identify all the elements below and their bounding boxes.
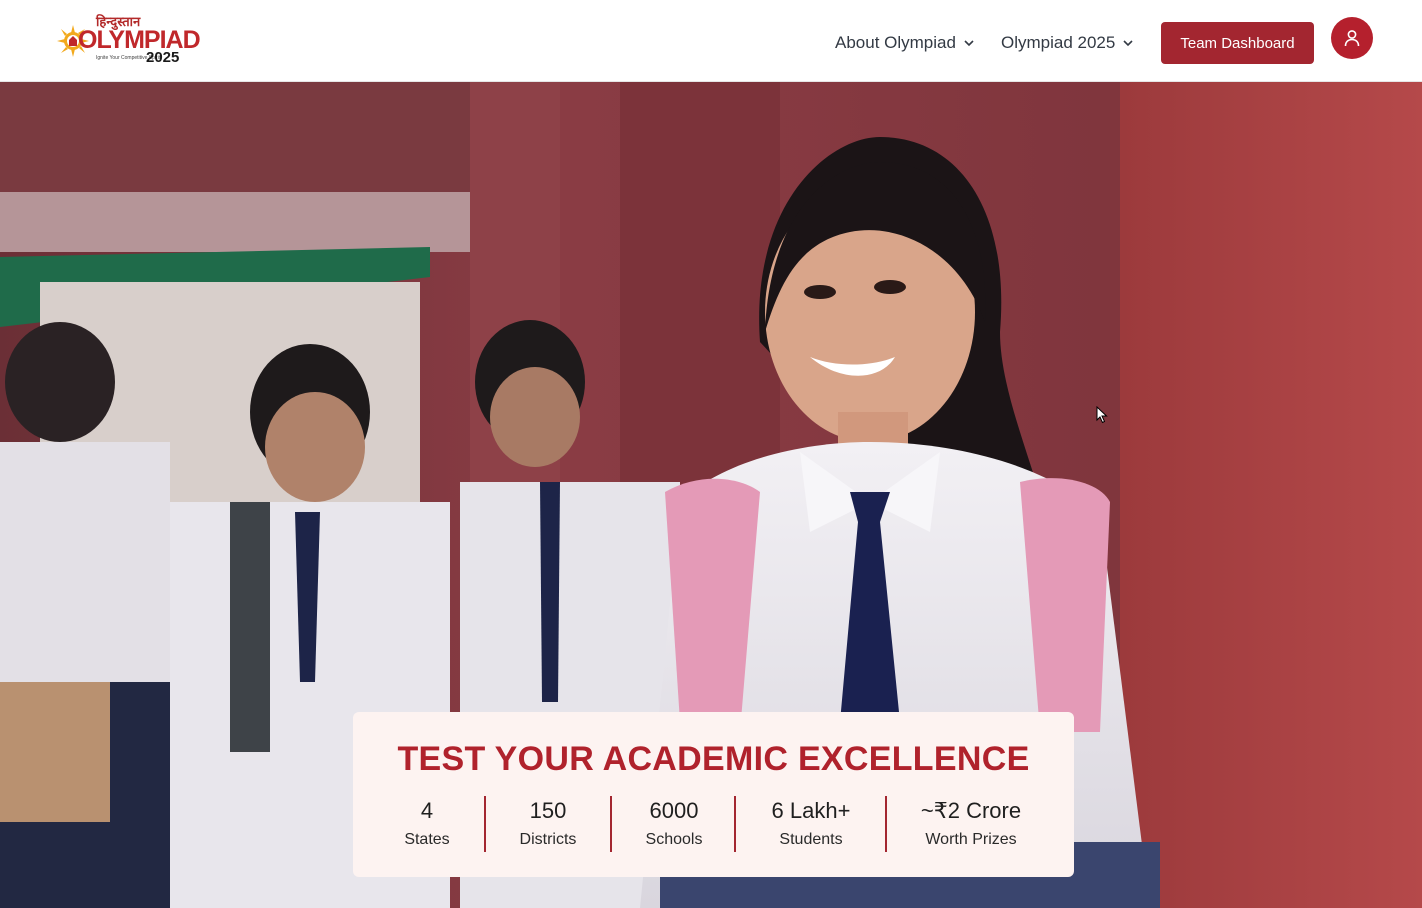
- mouse-cursor-icon: [1096, 405, 1108, 429]
- stat-label: Schools: [645, 831, 703, 848]
- stat-divider: [734, 796, 736, 852]
- stat-value: 6000: [649, 798, 699, 823]
- site-header: हिन्दुस्तान OLYMPIAD Ignite Your Competi…: [0, 0, 1422, 82]
- stat-label: Students: [779, 831, 843, 848]
- stat-divider: [484, 796, 486, 852]
- user-account-button[interactable]: [1331, 17, 1373, 59]
- stat-students: 6 Lakh+ Students: [756, 798, 866, 850]
- stat-label: Districts: [519, 831, 577, 848]
- nav-about-label: About Olympiad: [835, 33, 956, 52]
- team-dashboard-button[interactable]: Team Dashboard: [1161, 22, 1314, 64]
- stat-label: States: [404, 831, 450, 848]
- nav-olympiad-label: Olympiad 2025: [1001, 33, 1116, 52]
- academic-excellence-card: TEST YOUR ACADEMIC EXCELLENCE 4 States 1…: [353, 712, 1074, 877]
- stat-value: ~₹2 Crore: [920, 798, 1022, 823]
- stat-schools: 6000 Schools: [634, 798, 714, 850]
- chevron-down-icon: [964, 40, 974, 47]
- card-title: TEST YOUR ACADEMIC EXCELLENCE: [397, 740, 1030, 778]
- stat-states: 4 States: [392, 798, 462, 850]
- stat-districts: 150 Districts: [508, 798, 588, 850]
- chevron-down-icon: [1123, 40, 1133, 47]
- stat-divider: [885, 796, 887, 852]
- logo-year: 2025: [146, 49, 180, 66]
- stat-prizes: ~₹2 Crore Worth Prizes: [906, 798, 1036, 850]
- stat-divider: [610, 796, 612, 852]
- stat-value: 6 Lakh+: [771, 798, 851, 823]
- stat-label: Worth Prizes: [925, 831, 1017, 848]
- user-icon: [1344, 30, 1360, 47]
- nav-olympiad-2025[interactable]: Olympiad 2025: [1001, 22, 1135, 64]
- logo-olympiad-text: OLYMPIAD: [78, 26, 201, 54]
- stat-value: 4: [420, 798, 434, 823]
- hindustan-olympiad-logo[interactable]: हिन्दुस्तान OLYMPIAD Ignite Your Competi…: [56, 12, 201, 70]
- nav-about-olympiad[interactable]: About Olympiad: [835, 22, 976, 64]
- stat-value: 150: [529, 798, 567, 823]
